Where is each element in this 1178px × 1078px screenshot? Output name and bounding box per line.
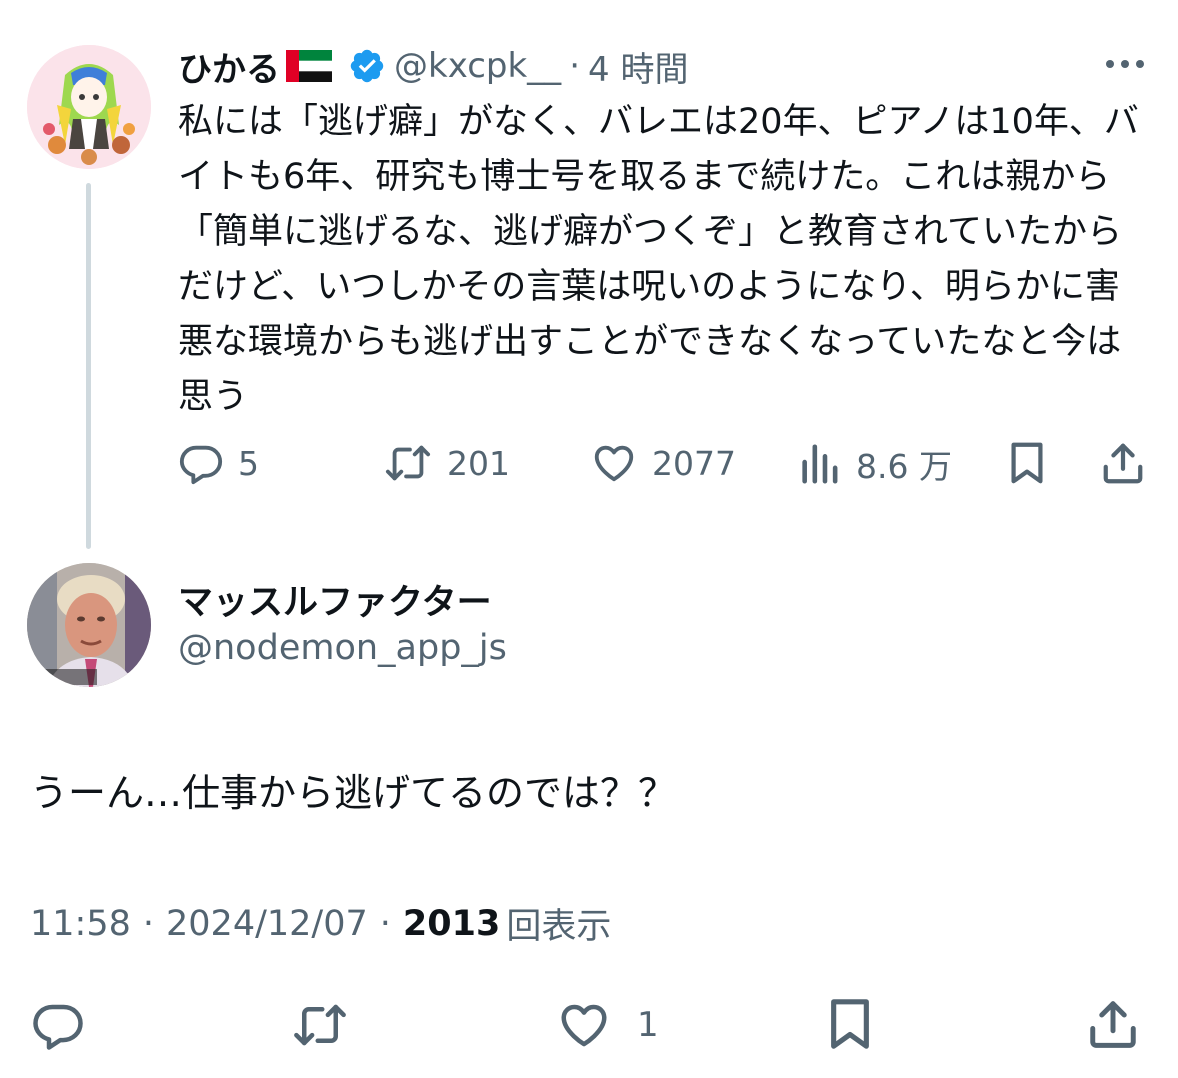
reply-icon <box>30 998 86 1052</box>
tweet1-like-count: 2077 <box>652 443 736 483</box>
uae-flag-icon <box>286 50 332 82</box>
tweet1-view-count: 8.6 万 <box>856 447 952 486</box>
tweet2-bookmark-button[interactable] <box>825 996 875 1052</box>
bookmark-icon <box>1005 440 1049 486</box>
bookmark-icon <box>825 996 875 1052</box>
share-icon <box>1100 440 1146 486</box>
tweet2-share-button[interactable] <box>1086 996 1140 1052</box>
tweet1-text: 私には「逃げ癖」がなく、バレエは20年、ピアノは10年、バイトも6年、研究も博士… <box>178 102 1139 417</box>
tweet2-time[interactable]: 11:58 <box>30 904 131 944</box>
reply-icon <box>178 440 224 486</box>
avatar-hikaru[interactable] <box>27 45 151 169</box>
tweet1-header: ひかる @kxcpk__ · 4 時間 <box>178 40 688 92</box>
tweet1-views-button[interactable]: 8.6 万 <box>800 440 952 488</box>
tweet2-reply-button[interactable] <box>30 998 86 1052</box>
retweet-icon <box>290 998 350 1052</box>
thread-connector-line <box>86 183 91 549</box>
avatar-muscle-factor[interactable] <box>27 563 151 687</box>
tweet1-retweet-button[interactable]: 201 <box>383 440 510 486</box>
tweet1-handle[interactable]: @kxcpk__ <box>394 46 561 86</box>
tweet2-text: うーん…仕事から逃げてるのでは？？ <box>30 771 677 815</box>
separator-dot: · <box>379 903 391 944</box>
tweet2-like-button[interactable]: 1 <box>555 998 659 1052</box>
tweet2-like-count: 1 <box>637 1005 659 1045</box>
separator-dot: · <box>142 903 155 944</box>
tweet2-retweet-button[interactable] <box>290 998 350 1052</box>
tweet1-display-name[interactable]: ひかる <box>178 42 280 91</box>
like-icon <box>555 998 613 1052</box>
tweet2-handle[interactable]: @nodemon_app_js <box>178 628 507 668</box>
tweet2-meta: 11:58 · 2024/12/07 · 2013 回表示 <box>30 898 611 949</box>
tweet1-bookmark-button[interactable] <box>1005 440 1049 486</box>
tweet1-reply-button[interactable]: 5 <box>178 440 259 486</box>
separator-dot: · <box>569 46 580 86</box>
tweet1-share-button[interactable] <box>1100 440 1146 486</box>
retweet-icon <box>383 440 433 486</box>
tweet1-retweet-count: 201 <box>447 443 510 483</box>
more-icon[interactable] <box>1102 50 1148 78</box>
tweet2-view-label: 回表示 <box>506 907 612 947</box>
tweet1-timestamp[interactable]: 4 時間 <box>588 42 688 91</box>
tweet1-like-button[interactable]: 2077 <box>590 440 736 486</box>
tweet2-view-count: 2013 <box>402 903 501 944</box>
share-icon <box>1086 996 1140 1052</box>
tweet2-date[interactable]: 2024/12/07 <box>166 904 368 944</box>
verified-badge-icon <box>348 47 386 85</box>
like-icon <box>590 440 638 486</box>
tweet2-display-name[interactable]: マッスルファクター <box>178 574 492 625</box>
tweet1-reply-count: 5 <box>238 443 259 483</box>
views-icon <box>800 441 840 487</box>
